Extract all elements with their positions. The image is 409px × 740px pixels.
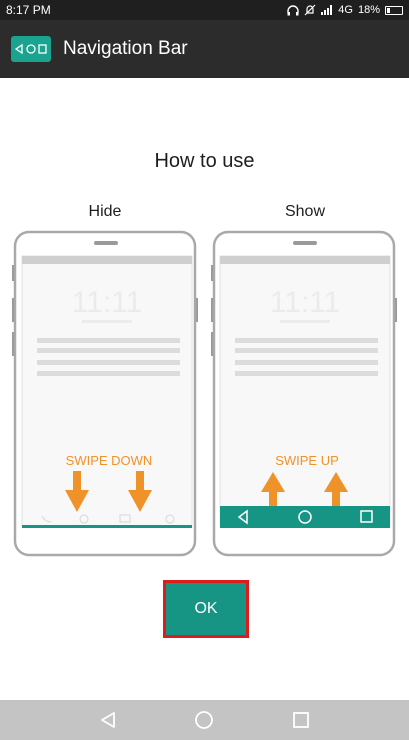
status-bar: 8:17 PM 4G 18% (0, 0, 409, 20)
phone-speaker (293, 241, 317, 245)
content-line (37, 360, 180, 365)
back-triangle-icon (101, 712, 116, 728)
content-line (235, 338, 378, 343)
lockscreen-date (82, 320, 132, 323)
status-icons: 4G 18% (287, 4, 403, 16)
home-button[interactable] (189, 705, 219, 735)
phone-status-strip (22, 256, 192, 264)
lockscreen-date (280, 320, 330, 323)
lockscreen-clock: 11:11 (270, 286, 341, 319)
shown-nav-bar (220, 506, 390, 528)
app-bar: Navigation Bar (0, 20, 409, 78)
content-line (235, 360, 378, 365)
swipe-up-label: SWIPE UP (275, 453, 339, 468)
content-line (37, 371, 180, 376)
phone-status-strip (220, 256, 390, 264)
tutorial-heading: How to use (154, 150, 255, 172)
headphones-icon (287, 4, 299, 15)
battery-icon (385, 5, 403, 15)
battery-percent: 18% (357, 4, 380, 16)
content-line (235, 348, 378, 353)
ok-button[interactable]: OK (163, 580, 249, 638)
content-line (37, 348, 180, 353)
status-time: 8:17 PM (6, 3, 51, 17)
phone-show-illustration: 11:11 SWIPE UP (211, 230, 397, 557)
swipe-down-label: SWIPE DOWN (66, 453, 153, 468)
hide-label: Hide (88, 203, 122, 220)
silent-bell-icon (304, 4, 316, 16)
system-navigation-bar (0, 700, 409, 740)
app-title: Navigation Bar (63, 38, 188, 59)
hidden-nav-strip (22, 525, 192, 528)
network-type: 4G (338, 4, 353, 16)
home-circle-icon (195, 711, 214, 729)
recents-button[interactable] (286, 705, 316, 735)
show-label: Show (284, 203, 326, 220)
phone-speaker (94, 241, 118, 245)
back-button[interactable] (93, 705, 123, 735)
phone-hide-illustration: 11:11 SWIPE DOWN (12, 230, 198, 557)
content-line (37, 338, 180, 343)
recents-square-icon (292, 712, 309, 728)
content-line (235, 371, 378, 376)
navigation-bar-app-icon (11, 36, 51, 62)
signal-icon (321, 5, 333, 15)
lockscreen-clock: 11:11 (72, 286, 143, 319)
